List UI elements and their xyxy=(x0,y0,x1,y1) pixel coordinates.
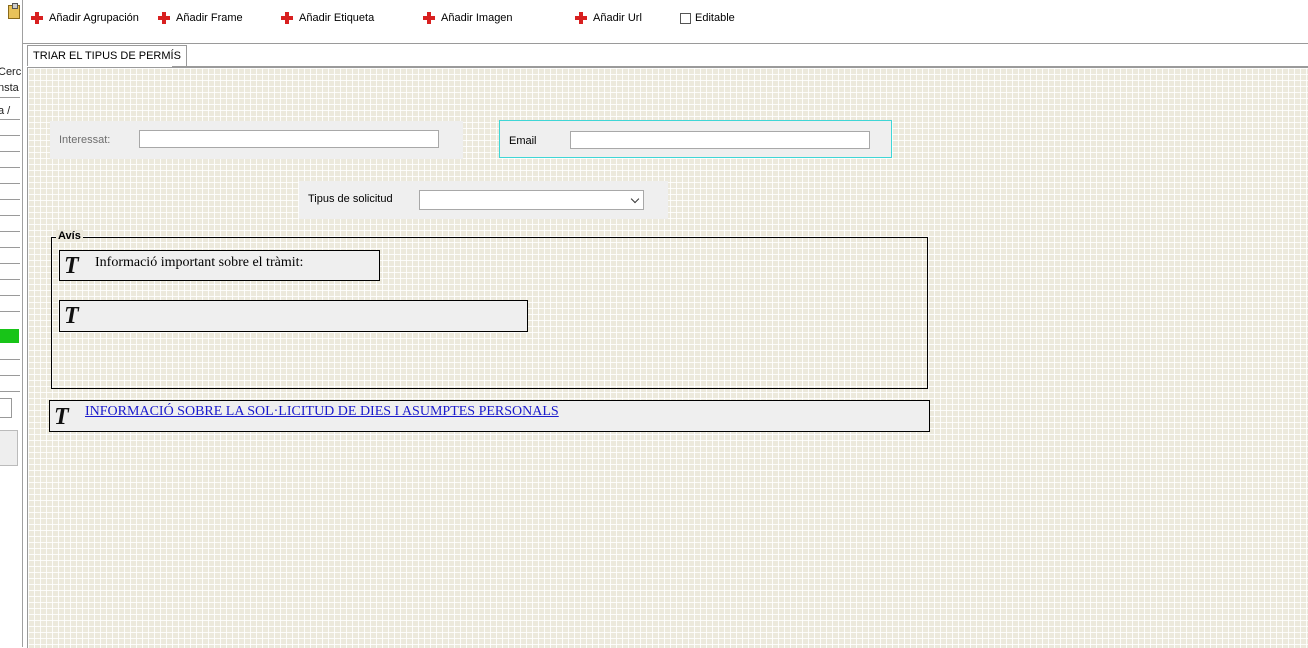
editable-toggle[interactable]: Editable xyxy=(680,10,735,26)
text-label-icon: T xyxy=(64,303,79,329)
divider xyxy=(0,167,20,168)
info-link-label[interactable]: T INFORMACIÓ SOBRE LA SOL·LICITUD DE DIE… xyxy=(49,400,930,432)
divider xyxy=(0,311,20,312)
add-image-button[interactable]: Añadir Imagen xyxy=(423,10,513,26)
left-panel-text-1: Cerc xyxy=(0,66,22,78)
interessat-field[interactable]: Interessat: xyxy=(50,121,463,159)
divider xyxy=(0,183,20,184)
left-panel-text-2: nsta xyxy=(0,82,19,94)
tipus-solicitud-select[interactable] xyxy=(419,190,644,210)
plus-icon xyxy=(158,12,170,24)
left-panel: Cerc nsta a / xyxy=(0,0,23,647)
divider xyxy=(0,391,20,392)
add-url-button[interactable]: Añadir Url xyxy=(575,10,642,26)
email-label: Email xyxy=(509,135,537,147)
add-group-label: Añadir Agrupación xyxy=(49,12,139,24)
divider xyxy=(0,263,20,264)
add-frame-label: Añadir Frame xyxy=(176,12,243,24)
info-link[interactable]: INFORMACIÓ SOBRE LA SOL·LICITUD DE DIES … xyxy=(85,404,559,420)
tipus-solicitud-label: Tipus de solicitud xyxy=(308,193,393,205)
editable-label: Editable xyxy=(695,12,735,24)
text-label-icon: T xyxy=(64,253,79,279)
email-field[interactable]: Email xyxy=(499,120,892,158)
divider xyxy=(0,375,20,376)
plus-icon xyxy=(281,12,293,24)
avis-label-2[interactable]: T xyxy=(59,300,528,332)
divider xyxy=(0,119,20,120)
divider xyxy=(0,199,20,200)
add-frame-button[interactable]: Añadir Frame xyxy=(158,10,243,26)
toolbar: Añadir Agrupación Añadir Frame Añadir Et… xyxy=(23,0,1308,42)
chevron-down-icon[interactable] xyxy=(630,194,640,204)
left-panel-button[interactable] xyxy=(0,430,18,466)
add-image-label: Añadir Imagen xyxy=(441,12,513,24)
divider xyxy=(0,97,20,98)
avis-title: Avís xyxy=(56,230,83,242)
tab-label: TRIAR EL TIPUS DE PERMÍS xyxy=(33,50,181,62)
plus-icon xyxy=(423,12,435,24)
tab-triar-tipus-permis[interactable]: TRIAR EL TIPUS DE PERMÍS xyxy=(27,45,187,66)
tab-bar xyxy=(23,43,1308,68)
avis-text-1: Informació important sobre el tràmit: xyxy=(95,255,304,270)
editable-checkbox[interactable] xyxy=(680,12,691,24)
avis-label-1[interactable]: T Informació important sobre el tràmit: xyxy=(59,250,380,281)
clipboard-icon[interactable] xyxy=(8,3,20,19)
email-input[interactable] xyxy=(570,131,870,149)
text-label-icon: T xyxy=(54,404,69,430)
add-label-button[interactable]: Añadir Etiqueta xyxy=(281,10,374,26)
plus-icon xyxy=(31,12,43,24)
divider xyxy=(0,151,20,152)
interessat-label: Interessat: xyxy=(59,134,111,146)
divider xyxy=(0,295,20,296)
divider xyxy=(0,215,20,216)
plus-icon xyxy=(575,12,587,24)
add-group-button[interactable]: Añadir Agrupación xyxy=(31,10,139,26)
interessat-input[interactable] xyxy=(139,130,439,148)
add-url-label: Añadir Url xyxy=(593,12,642,24)
divider xyxy=(0,279,20,280)
divider xyxy=(0,247,20,248)
add-label-label: Añadir Etiqueta xyxy=(299,12,375,24)
left-panel-text-3: a / xyxy=(0,105,11,117)
left-panel-input[interactable] xyxy=(0,398,12,418)
divider xyxy=(0,231,20,232)
divider xyxy=(0,359,20,360)
divider xyxy=(0,135,20,136)
status-indicator-green xyxy=(0,329,19,343)
tipus-solicitud-field[interactable]: Tipus de solicitud xyxy=(299,181,668,219)
